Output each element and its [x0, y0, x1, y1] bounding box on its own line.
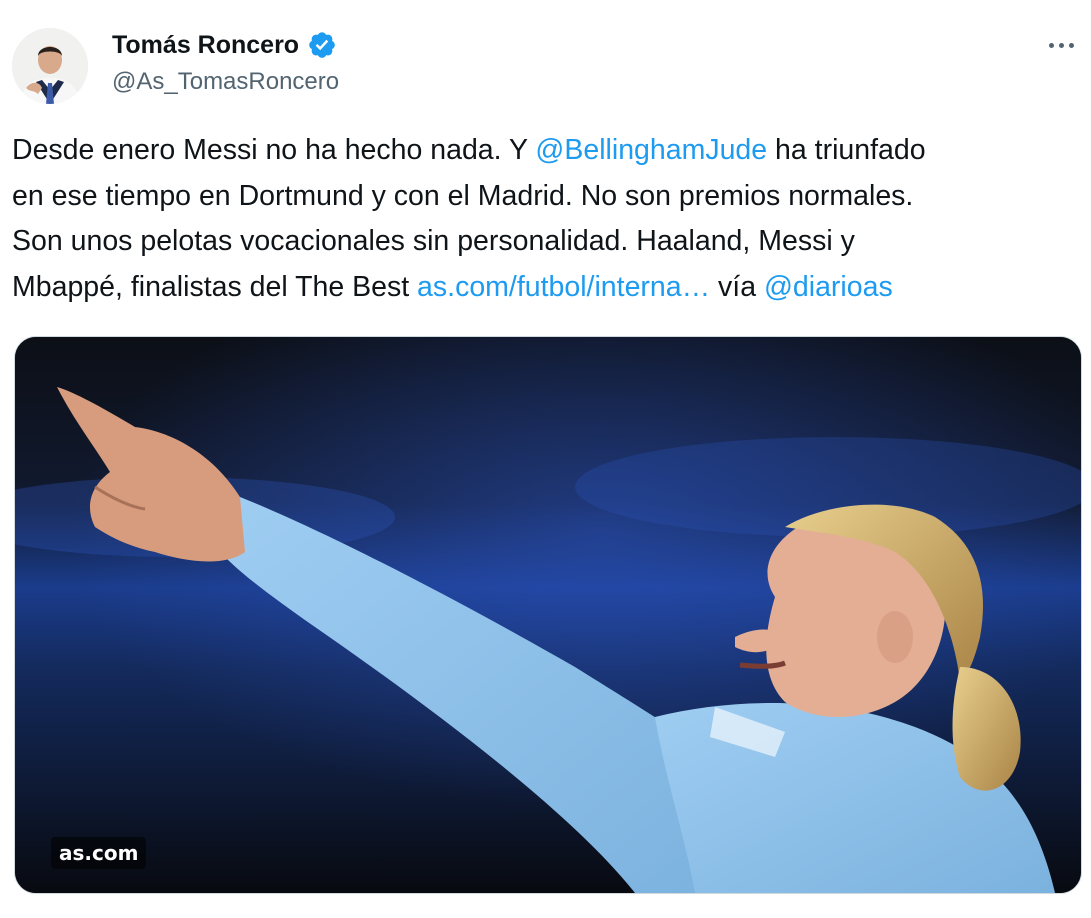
more-dot — [1058, 42, 1064, 48]
tweet-text: Desde enero Messi no ha hecho nada. Y @B… — [12, 128, 1082, 310]
tweet-text-segment: vía — [710, 270, 764, 303]
source-watermark: as.com — [51, 837, 147, 869]
mention-link-diarioas[interactable]: @diarioas — [764, 271, 893, 303]
tweet-text-segment: Mbappé, finalistas del The Best — [12, 270, 418, 303]
tweet-text-segment: Desde enero Messi no ha hecho nada. Y — [12, 134, 536, 166]
tweet-card[interactable]: Tomás Roncero @As_TomasRoncero Desde ene… — [0, 0, 1091, 918]
tweet-media-image[interactable]: as.com — [14, 336, 1082, 894]
author-display-name[interactable]: Tomás Roncero — [112, 31, 299, 60]
player-photo — [15, 337, 1081, 893]
tweet-text-segment: Son unos pelotas vocacionales sin person… — [12, 225, 855, 257]
tweet-line: en ese tiempo en Dortmund y con el Madri… — [12, 174, 1082, 220]
author-handle[interactable]: @As_TomasRoncero — [112, 68, 339, 96]
author-avatar[interactable] — [12, 28, 88, 104]
verified-badge-icon — [307, 30, 337, 60]
more-dot — [1048, 42, 1054, 48]
avatar-image — [12, 28, 88, 104]
mention-link-bellinghamjude[interactable]: @BellinghamJude — [535, 134, 767, 166]
author-block: Tomás Roncero @As_TomasRoncero — [112, 28, 339, 96]
article-link[interactable]: as.com/futbol/interna… — [417, 271, 710, 303]
more-options-icon[interactable] — [1039, 30, 1083, 60]
tweet-text-segment: en ese tiempo en Dortmund y con el Madri… — [12, 179, 914, 212]
name-row: Tomás Roncero — [112, 28, 339, 62]
tweet-text-segment: ha triunfado — [767, 134, 926, 166]
tweet-line: Son unos pelotas vocacionales sin person… — [12, 219, 1082, 265]
tweet-line: Desde enero Messi no ha hecho nada. Y @B… — [12, 128, 1082, 174]
more-dot — [1068, 42, 1074, 48]
tweet-line: Mbappé, finalistas del The Best as.com/f… — [12, 265, 1082, 311]
